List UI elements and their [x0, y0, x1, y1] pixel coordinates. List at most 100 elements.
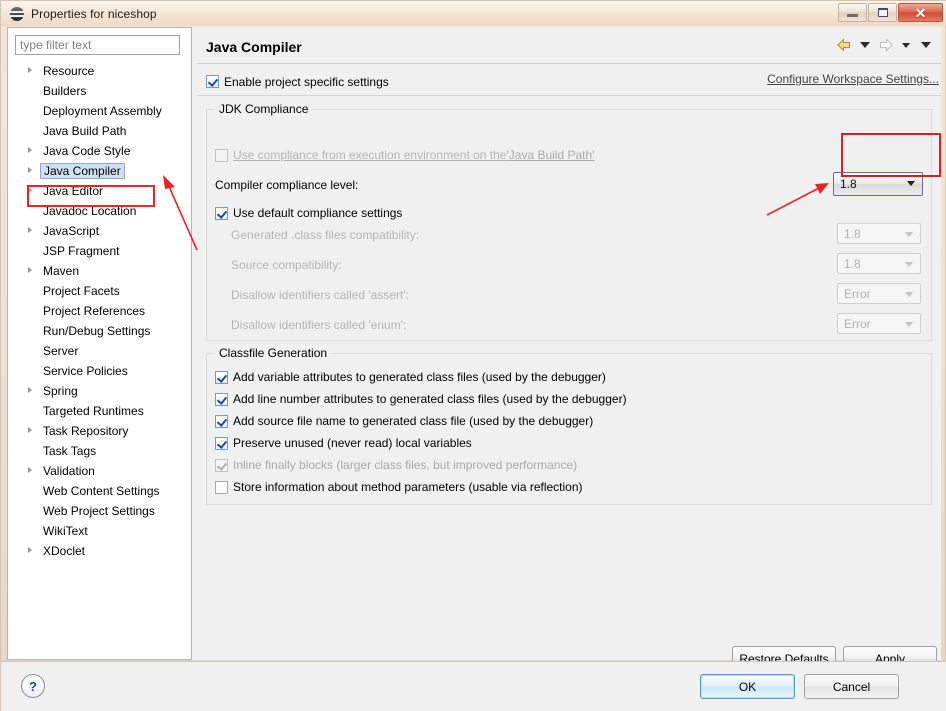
- filter-input[interactable]: [15, 35, 180, 55]
- disallow-enum-label: Disallow identifiers called 'enum':: [231, 318, 407, 332]
- classfile-option-checkbox[interactable]: [215, 370, 228, 384]
- sidebar-item-jsp-fragment[interactable]: JSP Fragment: [8, 241, 191, 261]
- tree-expand-chevron-right-icon[interactable]: [28, 67, 32, 73]
- use-default-compliance-checkbox[interactable]: [215, 206, 228, 220]
- sidebar-item-javascript[interactable]: JavaScript: [8, 221, 191, 241]
- help-question-icon[interactable]: ?: [21, 674, 45, 698]
- page-nav-controls: [835, 37, 935, 53]
- sidebar-item-java-code-style[interactable]: Java Code Style: [8, 141, 191, 161]
- sidebar-item-label: Java Code Style: [43, 144, 131, 158]
- sidebar-item-label: Project Facets: [43, 284, 120, 298]
- sidebar-item-task-tags[interactable]: Task Tags: [8, 441, 191, 461]
- ok-button[interactable]: OK: [700, 674, 795, 699]
- maximize-button[interactable]: [868, 3, 897, 22]
- source-compatibility-combo: 1.8: [837, 253, 921, 274]
- window-controls: ✕: [838, 3, 943, 22]
- java-build-path-link: 'Java Build Path': [506, 148, 595, 162]
- classfile-generation-group: Classfile Generation Add variable attrib…: [206, 346, 932, 505]
- sidebar-item-builders[interactable]: Builders: [8, 81, 191, 101]
- arrow-left-icon[interactable]: [835, 37, 853, 53]
- classfile-option-checkbox[interactable]: [215, 436, 228, 450]
- sidebar-item-task-repository[interactable]: Task Repository: [8, 421, 191, 441]
- sidebar-item-validation[interactable]: Validation: [8, 461, 191, 481]
- close-button[interactable]: ✕: [898, 3, 943, 22]
- sidebar-item-server[interactable]: Server: [8, 341, 191, 361]
- sidebar-item-spring[interactable]: Spring: [8, 381, 191, 401]
- jdk-compliance-group: JDK Compliance Use compliance from execu…: [206, 102, 932, 341]
- disallow-enum-combo: Error: [837, 313, 921, 334]
- sidebar-item-label: Java Editor: [43, 184, 104, 198]
- classfile-option-row[interactable]: Preserve unused (never read) local varia…: [215, 436, 472, 450]
- use-default-compliance-row[interactable]: Use default compliance settings: [215, 206, 402, 220]
- page-title: Java Compiler: [206, 39, 302, 55]
- classfile-option-label: Add variable attributes to generated cla…: [233, 370, 606, 384]
- view-menu-chevron-down-icon[interactable]: [921, 42, 931, 48]
- tree-expand-chevron-right-icon[interactable]: [28, 427, 32, 433]
- combo-chevron-down-icon: [905, 262, 913, 267]
- sidebar-item-run-debug-settings[interactable]: Run/Debug Settings: [8, 321, 191, 341]
- classfile-option-row[interactable]: Add line number attributes to generated …: [215, 392, 627, 406]
- tree-expand-chevron-right-icon[interactable]: [28, 267, 32, 273]
- sidebar-item-web-project-settings[interactable]: Web Project Settings: [8, 501, 191, 521]
- disallow-enum-label-row: Disallow identifiers called 'enum':: [231, 318, 406, 332]
- sidebar-item-resource[interactable]: Resource: [8, 61, 191, 81]
- sidebar-item-label: Service Policies: [43, 364, 128, 378]
- tree-expand-chevron-right-icon[interactable]: [28, 227, 32, 233]
- arrow-right-icon[interactable]: [877, 37, 895, 53]
- settings-tree[interactable]: Resource Builders Deployment Assembly Java …: [8, 61, 191, 657]
- tree-expand-chevron-right-icon[interactable]: [28, 467, 32, 473]
- minimize-icon: [847, 14, 858, 17]
- sidebar-item-project-facets[interactable]: Project Facets: [8, 281, 191, 301]
- compiler-compliance-level-combo[interactable]: 1.8: [833, 172, 923, 196]
- classfile-option-checkbox[interactable]: [215, 392, 228, 406]
- classfile-option-label: Store information about method parameter…: [233, 480, 583, 494]
- classfile-option-checkbox[interactable]: [215, 414, 228, 428]
- enable-row-divider: [197, 95, 941, 96]
- generated-class-compat-combo: 1.8: [837, 223, 921, 244]
- cancel-button[interactable]: Cancel: [804, 674, 899, 699]
- back-history-chevron-down-icon[interactable]: [860, 42, 870, 48]
- sidebar-item-web-content-settings[interactable]: Web Content Settings: [8, 481, 191, 501]
- use-default-compliance-label: Use default compliance settings: [233, 206, 403, 220]
- use-compliance-from-ee-label: Use compliance from execution environmen…: [233, 148, 507, 162]
- sidebar-item-java-compiler[interactable]: Java Compiler: [8, 161, 191, 181]
- tree-expand-chevron-right-icon[interactable]: [28, 147, 32, 153]
- sidebar-item-project-references[interactable]: Project References: [8, 301, 191, 321]
- sidebar-item-label: Project References: [43, 304, 146, 318]
- configure-workspace-settings-link[interactable]: Configure Workspace Settings...: [767, 72, 939, 86]
- compiler-compliance-level-row: Compiler compliance level:: [215, 178, 358, 192]
- sidebar-item-label: Spring: [43, 384, 78, 398]
- sidebar-item-xdoclet[interactable]: XDoclet: [8, 541, 191, 561]
- sidebar-item-wikitext[interactable]: WikiText: [8, 521, 191, 541]
- sidebar-item-targeted-runtimes[interactable]: Targeted Runtimes: [8, 401, 191, 421]
- settings-tree-pane: Resource Builders Deployment Assembly Java …: [7, 27, 192, 660]
- properties-dialog-window: Properties for niceshop ✕ Resource Builde…: [0, 0, 946, 711]
- sidebar-item-maven[interactable]: Maven: [8, 261, 191, 281]
- enable-project-specific-checkbox[interactable]: [206, 75, 219, 88]
- sidebar-item-service-policies[interactable]: Service Policies: [8, 361, 191, 381]
- sidebar-item-label: Javadoc Location: [43, 204, 137, 218]
- sidebar-item-label: Targeted Runtimes: [43, 404, 144, 418]
- tree-expand-chevron-right-icon[interactable]: [28, 167, 32, 173]
- generated-class-compat-value: 1.8: [844, 226, 861, 241]
- disallow-assert-value: Error: [844, 286, 871, 301]
- combo-chevron-down-icon: [907, 181, 915, 186]
- sidebar-item-label: Builders: [43, 84, 87, 98]
- compiler-compliance-level-label: Compiler compliance level:: [215, 178, 359, 192]
- classfile-option-row[interactable]: Add variable attributes to generated cla…: [215, 370, 606, 384]
- sidebar-item-label: Web Project Settings: [43, 504, 155, 518]
- classfile-option-checkbox[interactable]: [215, 480, 228, 494]
- tree-expand-chevron-right-icon[interactable]: [28, 187, 32, 193]
- classfile-option-row[interactable]: Add source file name to generated class …: [215, 414, 593, 428]
- minimize-button[interactable]: [838, 3, 867, 22]
- use-compliance-from-ee-row[interactable]: Use compliance from execution environmen…: [215, 148, 594, 162]
- classfile-option-row[interactable]: Store information about method parameter…: [215, 480, 583, 494]
- sidebar-item-deployment-assembly[interactable]: Deployment Assembly: [8, 101, 191, 121]
- sidebar-item-java-editor[interactable]: Java Editor: [8, 181, 191, 201]
- sidebar-item-javadoc-location[interactable]: Javadoc Location: [8, 201, 191, 221]
- forward-history-chevron-down-icon[interactable]: [902, 42, 910, 48]
- sidebar-item-java-build-path[interactable]: Java Build Path: [8, 121, 191, 141]
- tree-expand-chevron-right-icon[interactable]: [28, 387, 32, 393]
- tree-expand-chevron-right-icon[interactable]: [28, 547, 32, 553]
- sidebar-item-label: Resource: [43, 64, 95, 78]
